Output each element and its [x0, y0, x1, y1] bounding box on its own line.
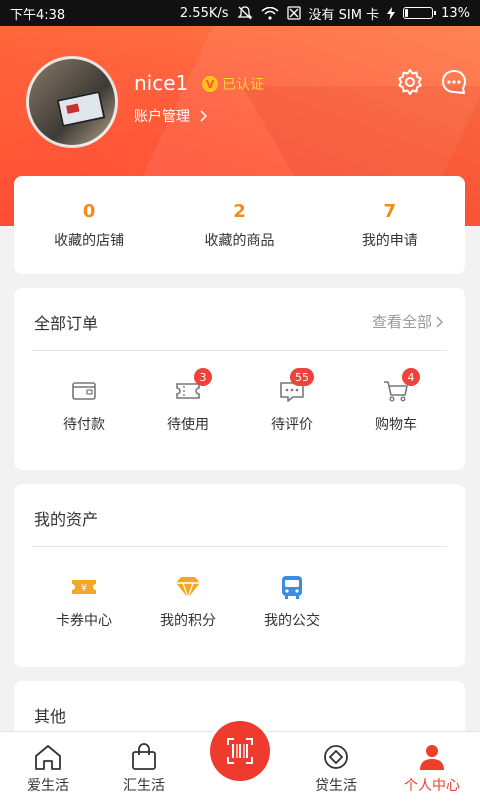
stat-value: 2	[233, 200, 246, 222]
verified-badge: V 已认证	[202, 74, 264, 94]
nav-label: 爱生活	[27, 778, 69, 794]
stat-value: 7	[383, 200, 397, 222]
stat-label: 我的申请	[361, 232, 418, 249]
badge-count: 3	[194, 368, 212, 386]
svg-text:¥: ¥	[81, 583, 87, 594]
nav-label: 个人中心	[404, 778, 460, 794]
settings-icon[interactable]	[396, 68, 424, 96]
network-speed: 2.55K/s	[179, 5, 229, 21]
scan-button[interactable]	[210, 721, 270, 781]
order-pending-payment[interactable]: 待付款	[32, 376, 136, 434]
chevron-right-icon	[436, 316, 443, 327]
order-label: 购物车	[375, 417, 417, 433]
status-time: 下午4:38	[10, 7, 66, 23]
divider	[32, 546, 447, 547]
account-management-link[interactable]: 账户管理	[134, 106, 208, 126]
charging-icon	[387, 6, 396, 20]
stat-my-applications[interactable]: 7 我的申请	[315, 176, 465, 274]
stat-favorite-products[interactable]: 2 收藏的商品	[164, 176, 314, 274]
nav-label: 贷生活	[315, 778, 357, 794]
asset-label: 卡券中心	[56, 613, 112, 629]
assets-title: 我的资产	[34, 510, 99, 529]
badge-count: 4	[402, 368, 420, 386]
wallet-icon	[72, 382, 96, 400]
bottom-nav: 爱生活 汇生活 贷生活 个人中心	[0, 721, 480, 801]
avatar[interactable]	[26, 56, 118, 148]
order-label: 待评价	[271, 417, 313, 433]
nav-scan[interactable]	[192, 721, 288, 801]
view-all-label: 查看全部	[371, 313, 432, 331]
stat-value: 0	[82, 200, 96, 222]
bus-icon	[282, 576, 302, 599]
asset-label: 我的公交	[264, 613, 320, 629]
asset-coupon-center[interactable]: ¥ 卡券中心	[32, 572, 136, 630]
diamond-icon	[176, 577, 200, 600]
loan-icon	[324, 745, 348, 769]
chevron-right-icon	[200, 110, 208, 122]
orders-card: 全部订单 查看全部 待付款 3 待使用 55 待评价 4 购物车	[14, 288, 465, 470]
divider	[32, 350, 447, 351]
order-cart[interactable]: 4 购物车	[344, 368, 448, 434]
nav-label: 汇生活	[123, 778, 165, 794]
sim-status: 没有 SIM 卡	[308, 7, 380, 23]
assets-card: 我的资产 ¥ 卡券中心 我的积分 我的公交	[14, 484, 465, 667]
badge-count: 55	[290, 368, 314, 386]
bag-icon	[132, 743, 156, 770]
order-label: 待付款	[63, 417, 105, 433]
verified-label: 已认证	[222, 77, 264, 93]
stat-favorite-shops[interactable]: 0 收藏的店铺	[14, 176, 164, 274]
account-label: 账户管理	[134, 109, 190, 125]
scan-icon	[227, 738, 253, 764]
nav-hui-life[interactable]: 汇生活	[96, 732, 192, 801]
coupon-icon: ¥	[72, 580, 96, 594]
stat-label: 收藏的商品	[204, 232, 275, 249]
asset-points[interactable]: 我的积分	[136, 572, 240, 630]
no-sim-icon	[286, 6, 301, 20]
status-bar: 下午4:38 2.55K/s 没有 SIM 卡 13%	[0, 0, 480, 26]
asset-bus[interactable]: 我的公交	[240, 572, 344, 630]
other-title: 其他	[34, 707, 67, 726]
mute-icon	[236, 6, 253, 20]
chat-icon[interactable]	[440, 68, 468, 96]
battery-percent: 13%	[441, 5, 470, 21]
nav-personal-center[interactable]: 个人中心	[384, 732, 480, 801]
username: nice1	[134, 71, 189, 95]
order-to-review[interactable]: 55 待评价	[240, 368, 344, 434]
order-to-use[interactable]: 3 待使用	[136, 368, 240, 434]
view-all-orders-link[interactable]: 查看全部	[372, 311, 443, 332]
stat-label: 收藏的店铺	[54, 232, 125, 249]
home-icon	[35, 745, 61, 770]
nav-love-life[interactable]: 爱生活	[0, 732, 96, 801]
stats-card: 0 收藏的店铺 2 收藏的商品 7 我的申请	[14, 176, 465, 274]
orders-title: 全部订单	[34, 314, 99, 333]
order-label: 待使用	[167, 417, 209, 433]
battery-icon	[403, 7, 437, 19]
verified-icon: V	[202, 76, 218, 92]
person-icon	[420, 745, 444, 770]
nav-loan-life[interactable]: 贷生活	[288, 732, 384, 801]
asset-label: 我的积分	[160, 613, 216, 629]
wifi-icon	[261, 6, 279, 20]
